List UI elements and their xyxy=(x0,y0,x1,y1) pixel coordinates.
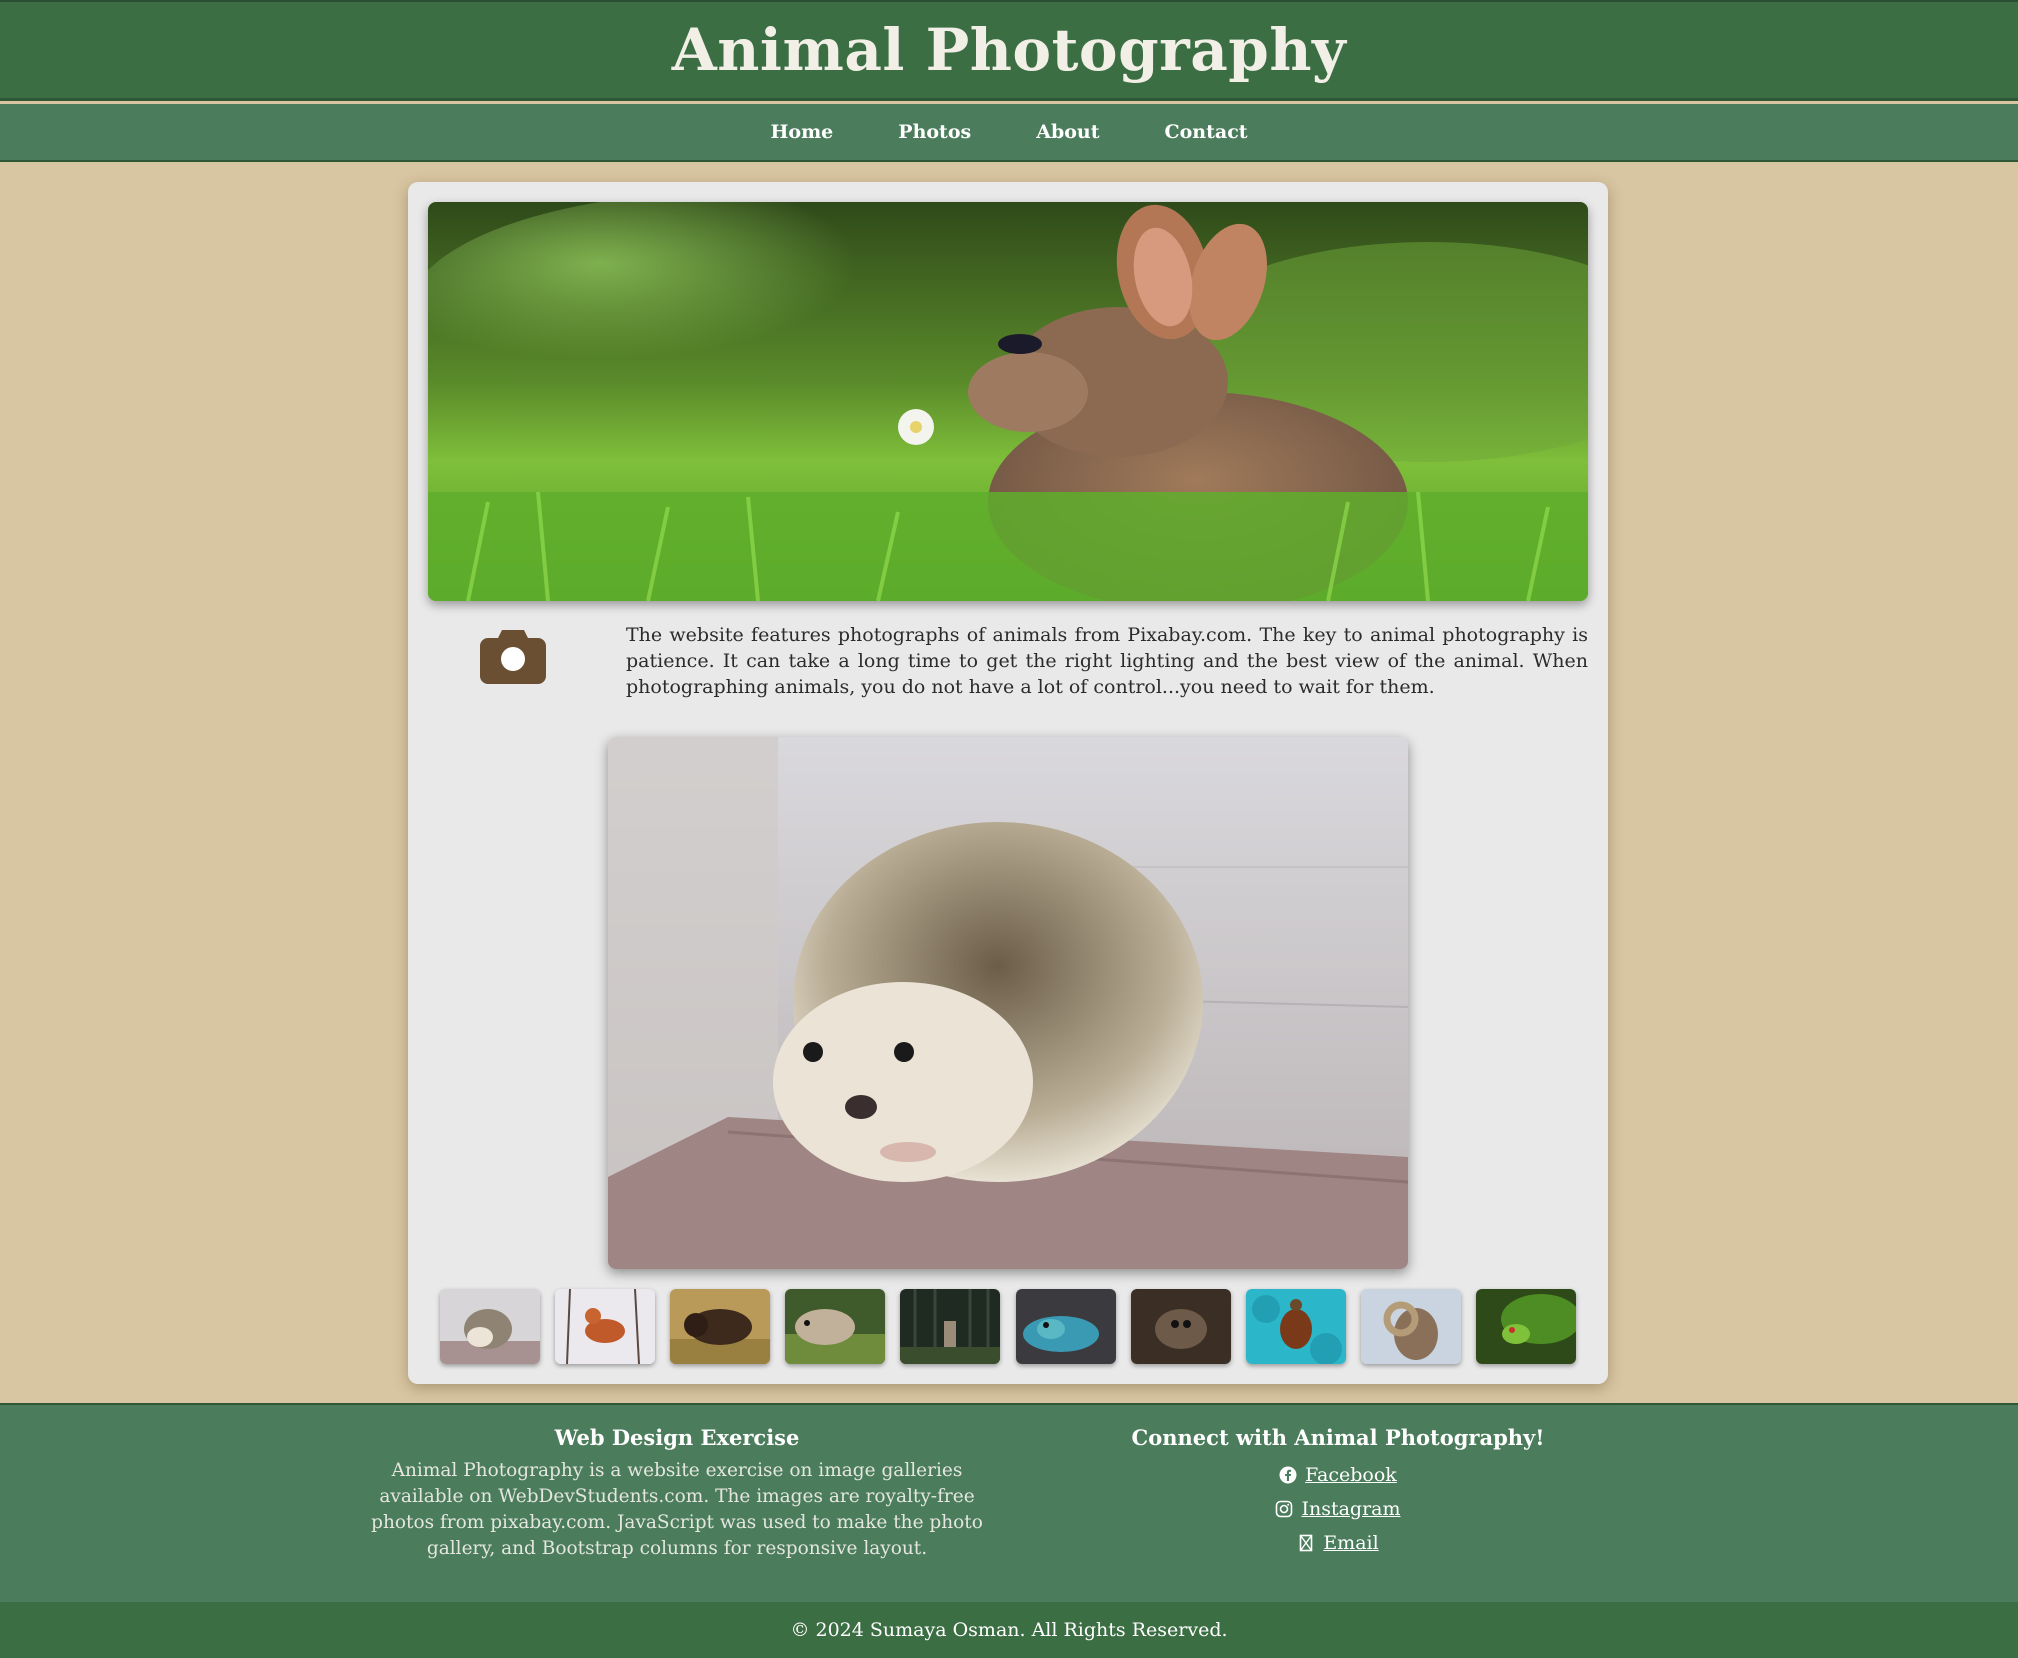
thumbnail-otter[interactable] xyxy=(785,1289,886,1364)
facebook-link[interactable]: Facebook xyxy=(1305,1464,1397,1486)
nav-home-link[interactable]: Home xyxy=(770,121,833,143)
footer-social-column: Connect with Animal Photography! Faceboo… xyxy=(1108,1425,1568,1560)
hero-rabbit-image xyxy=(428,202,1588,601)
social-links: Facebook Instagram Email xyxy=(1108,1458,1568,1560)
main-nav: Home Photos About Contact xyxy=(0,104,2018,162)
thumbnail-frog[interactable] xyxy=(1475,1289,1576,1364)
footer-about-text: Animal Photography is a website exercise… xyxy=(371,1460,983,1559)
facebook-icon xyxy=(1279,1466,1297,1484)
social-item-email: Email xyxy=(1108,1526,1568,1560)
thumbnail-spider[interactable] xyxy=(1130,1289,1231,1364)
featured-hedgehog-photo xyxy=(608,737,1408,1269)
gallery-card: The website features photographs of anim… xyxy=(408,182,1608,1384)
copyright-bar: © 2024 Sumaya Osman. All Rights Reserved… xyxy=(0,1602,2018,1658)
intro-text: The website features photographs of anim… xyxy=(626,624,1588,698)
thumbnail-strip xyxy=(440,1289,1576,1365)
nav-photos-link[interactable]: Photos xyxy=(898,121,971,143)
social-item-facebook: Facebook xyxy=(1108,1458,1568,1492)
instagram-icon xyxy=(1276,1500,1293,1518)
footer-about-heading: Web Design Exercise xyxy=(554,1425,800,1450)
nav-about-link[interactable]: About xyxy=(1036,121,1099,143)
thumbnail-sea-turtle[interactable] xyxy=(1245,1289,1346,1364)
thumbnail-deer[interactable] xyxy=(900,1289,1001,1364)
site-title: Animal Photography xyxy=(671,16,1347,84)
copyright-text: © 2024 Sumaya Osman. All Rights Reserved… xyxy=(790,1619,1228,1641)
thumbnail-lizard[interactable] xyxy=(1015,1289,1116,1364)
thumbnail-bison[interactable] xyxy=(670,1289,771,1364)
thumbnail-ram[interactable] xyxy=(1360,1289,1461,1364)
instagram-link[interactable]: Instagram xyxy=(1301,1498,1400,1520)
thumbnail-hedgehog[interactable] xyxy=(440,1289,540,1364)
site-footer: Web Design Exercise Animal Photography i… xyxy=(0,1403,2018,1602)
email-link[interactable]: Email xyxy=(1323,1532,1378,1554)
email-icon xyxy=(1300,1534,1313,1552)
nav-contact-link[interactable]: Contact xyxy=(1165,121,1248,143)
social-item-instagram: Instagram xyxy=(1108,1492,1568,1526)
site-header: Animal Photography xyxy=(0,0,2018,101)
footer-social-heading: Connect with Animal Photography! xyxy=(1131,1425,1545,1450)
thumbnail-fox[interactable] xyxy=(555,1289,656,1364)
camera-icon xyxy=(480,630,546,684)
footer-about-column: Web Design Exercise Animal Photography i… xyxy=(362,1425,992,1562)
